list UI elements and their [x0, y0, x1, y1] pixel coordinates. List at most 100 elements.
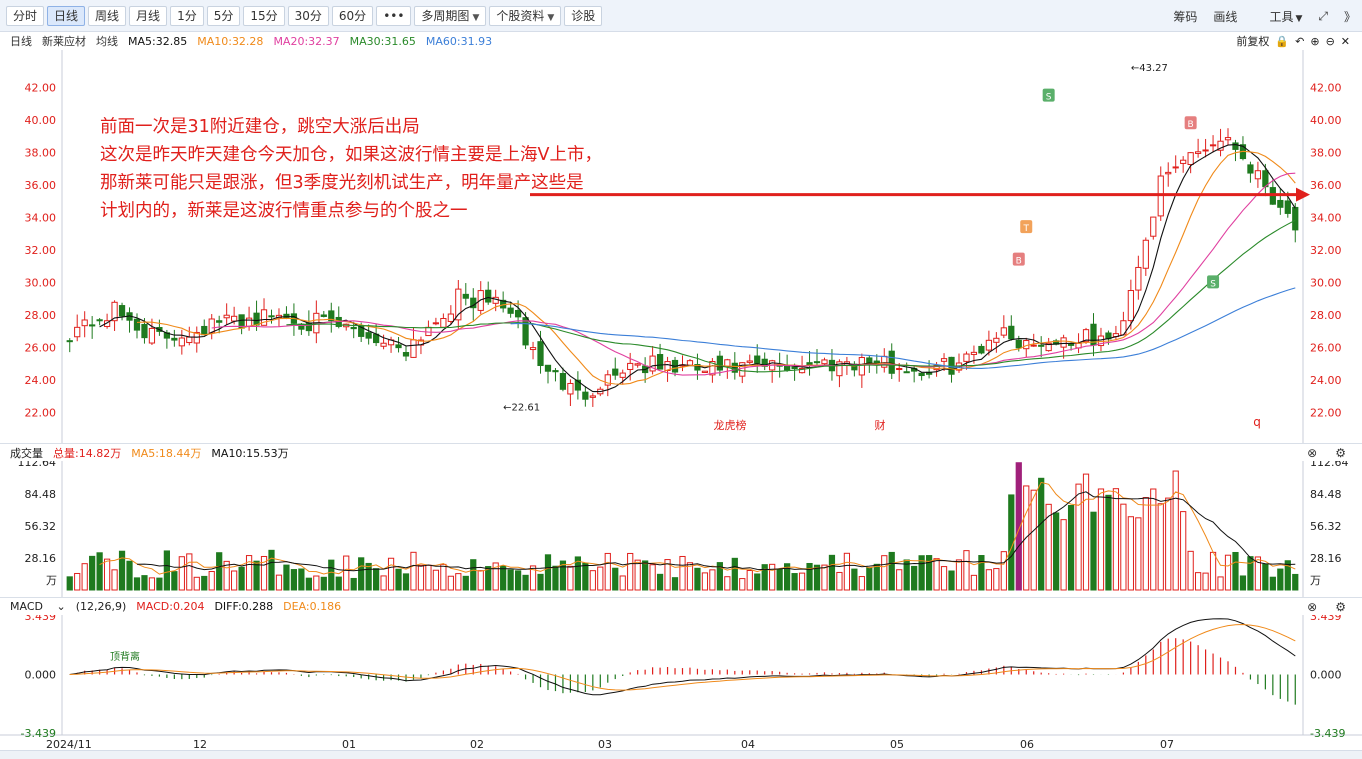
bottom-tab-strip[interactable]	[0, 750, 1362, 759]
volume-bar	[1112, 488, 1120, 591]
candle-body	[1038, 344, 1045, 347]
diff-value: DIFF:0.288	[214, 600, 274, 613]
volume-bar	[1172, 470, 1179, 591]
volume-bar	[679, 555, 686, 591]
candle-body	[896, 368, 903, 371]
volume-bar	[298, 568, 305, 591]
volume-bar	[1105, 494, 1112, 591]
candle-body	[903, 371, 910, 374]
volume-bar	[133, 577, 141, 591]
annotation-line: 计划内的，新莱是这波行情重点参与的个股之一	[100, 201, 468, 221]
price-tick-left: 32.00	[25, 244, 57, 257]
volume-bar	[1239, 575, 1247, 591]
volume-bar	[1195, 572, 1202, 591]
candle-body	[881, 355, 888, 368]
volume-bar	[791, 573, 798, 591]
price-tick-right: 32.00	[1310, 244, 1342, 257]
candle-body	[1165, 171, 1172, 175]
candle-body	[462, 293, 469, 299]
volume-bar	[335, 576, 342, 591]
volume-tick-right: 28.16	[1310, 552, 1342, 565]
price-tick-left: 24.00	[25, 374, 57, 387]
candle-body	[1195, 151, 1202, 154]
candle-body	[507, 307, 514, 314]
buy-marker: B	[1016, 257, 1022, 267]
volume-bar	[978, 555, 985, 591]
candle-body	[178, 337, 185, 347]
candle-body	[133, 318, 141, 331]
price-high-label: ←43.27	[1131, 63, 1168, 74]
candle-body	[888, 350, 895, 374]
volume-bar	[358, 557, 365, 591]
volume-bar	[1217, 576, 1224, 591]
candle-body	[634, 363, 641, 366]
volume-bar	[544, 554, 552, 591]
volume-tick-left: 56.32	[25, 520, 57, 533]
volume-bar	[948, 570, 955, 591]
macd-tick-right: 0.000	[1310, 669, 1342, 682]
volume-bar	[1135, 517, 1142, 591]
q-marker: q	[1253, 415, 1261, 429]
candle-body	[567, 382, 574, 395]
volume-bar	[477, 570, 484, 591]
close-icon[interactable]: ⊗	[1307, 446, 1317, 460]
volume-bar	[1292, 573, 1299, 591]
volume-bar	[567, 565, 574, 591]
volume-bar	[694, 567, 701, 591]
candle-body	[245, 317, 253, 327]
volume-bar	[425, 564, 432, 591]
volume-bar	[186, 553, 193, 591]
candle-body	[1060, 337, 1067, 348]
volume-bar	[761, 564, 768, 591]
candle-body	[1150, 216, 1157, 237]
macd-title[interactable]: MACD ⌄	[10, 600, 66, 613]
t-marker: T	[1022, 224, 1029, 234]
gear-icon[interactable]: ⚙	[1335, 446, 1346, 460]
volume-bar	[940, 566, 948, 591]
volume-bar	[1060, 519, 1067, 591]
price-tick-left: 42.00	[25, 81, 57, 94]
candle-body	[1254, 170, 1262, 180]
volume-bar	[843, 552, 851, 591]
candle-body	[141, 323, 148, 339]
gear-icon[interactable]: ⚙	[1335, 600, 1346, 614]
volume-bar	[514, 570, 522, 591]
candle-body	[1127, 290, 1134, 322]
volume-bar	[1202, 572, 1209, 591]
macd-value: MACD:0.204	[136, 600, 205, 613]
volume-bar	[178, 556, 185, 591]
volume-bar	[89, 555, 96, 591]
volume-bar	[141, 575, 148, 591]
financial-report-marker: 财	[875, 418, 886, 432]
volume-bar	[1269, 576, 1276, 591]
volume-tick-right: 56.32	[1310, 520, 1342, 533]
dragon-tiger-marker: 龙虎榜	[714, 418, 747, 432]
candle-body	[963, 353, 970, 362]
price-tick-left: 22.00	[25, 406, 57, 419]
close-icon[interactable]: ⊗	[1307, 600, 1317, 614]
volume-bar	[522, 574, 529, 591]
volume-bar	[597, 566, 604, 591]
candle-body	[1180, 159, 1187, 164]
volume-bar	[290, 569, 298, 591]
candle-body	[350, 326, 357, 330]
candle-body	[148, 327, 156, 344]
price-tick-right: 30.00	[1310, 276, 1342, 289]
volume-bar	[1090, 511, 1097, 591]
volume-bar	[671, 577, 679, 591]
macd-title-label: MACD	[10, 600, 43, 613]
macd-header: MACD ⌄ (12,26,9) MACD:0.204 DIFF:0.288 D…	[0, 597, 1362, 615]
annotation-text: 前面一次是31附近建仓，跳空大涨后出局 这次是昨天昨天建仓今天加仓，如果这波行情…	[100, 113, 602, 225]
candle-body	[514, 309, 522, 318]
volume-bar	[1165, 497, 1172, 591]
volume-bar	[1120, 503, 1127, 591]
volume-bar	[328, 559, 335, 591]
candle-body	[1277, 199, 1284, 208]
volume-title: 成交量	[10, 446, 43, 460]
volume-bar	[552, 565, 559, 591]
candle-body	[746, 360, 753, 363]
volume-bar	[1030, 489, 1037, 591]
candle-body	[724, 359, 731, 367]
candle-body	[1015, 339, 1022, 349]
candle-body	[993, 337, 1000, 343]
